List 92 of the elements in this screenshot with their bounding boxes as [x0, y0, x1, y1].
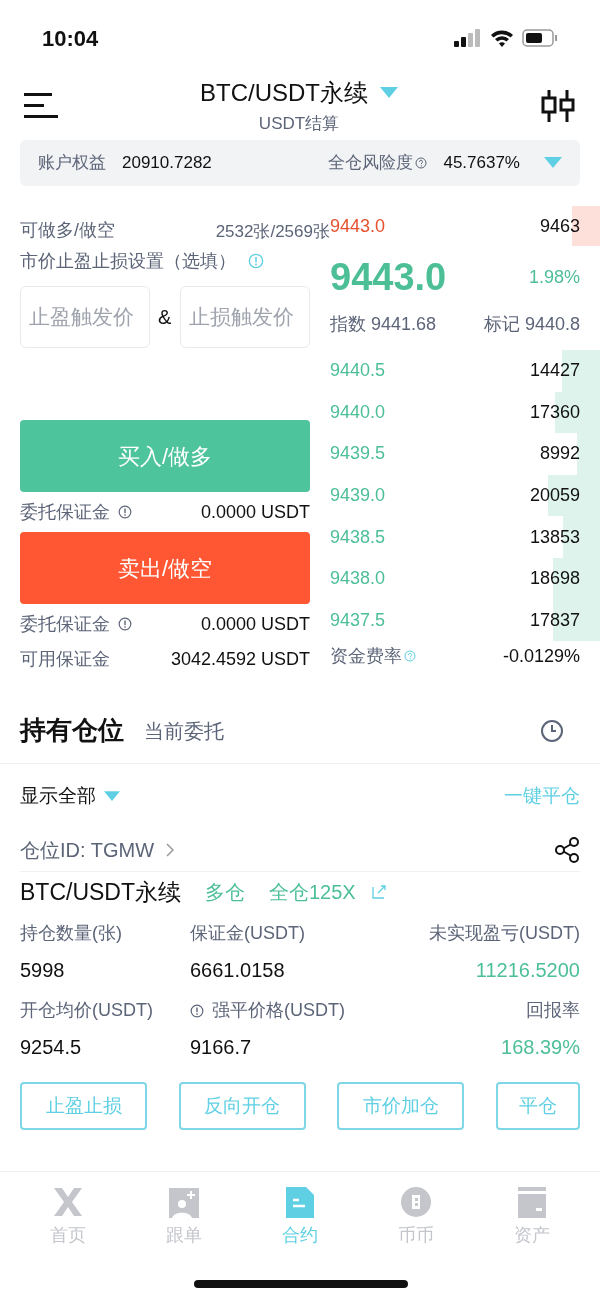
- bid-price: 9438.0: [330, 567, 386, 591]
- nav-tab[interactable]: 合约: [260, 1186, 340, 1249]
- nav-tab[interactable]: 跟单: [144, 1186, 224, 1249]
- info-icon: [190, 1003, 204, 1018]
- bid-quantity: 8992: [539, 442, 580, 466]
- history-clock-icon[interactable]: [540, 718, 564, 743]
- bid-price: 9440.0: [330, 400, 386, 424]
- wifi-icon: [490, 29, 514, 47]
- help-icon: [404, 650, 416, 663]
- mark-price: 标记 9440.8: [483, 312, 580, 336]
- settlement-subtitle: USDT结算: [258, 113, 340, 136]
- battery-icon: [522, 29, 558, 47]
- risk-label: 全仓风险度: [328, 152, 414, 175]
- menu-icon[interactable]: [24, 93, 58, 119]
- field-value: 11216.5200: [475, 958, 580, 983]
- add-person-icon: [166, 1186, 202, 1218]
- ask-price: 9443.0: [330, 214, 386, 238]
- position-tab[interactable]: 持有仓位: [20, 711, 124, 750]
- field-label: 回报率: [526, 999, 580, 1022]
- take-profit-field[interactable]: 止盈触发价: [20, 286, 150, 348]
- pair-title[interactable]: BTC/USDT永续: [200, 75, 368, 112]
- field-value: 9254.5: [20, 1035, 82, 1060]
- order-margin-label: 委托保证金: [20, 612, 110, 636]
- candlestick-icon[interactable]: [540, 90, 576, 122]
- position-action-button[interactable]: 市价加仓: [337, 1082, 465, 1130]
- field-label: 未实现盈亏(USDT): [429, 922, 580, 945]
- position-tab[interactable]: 当前委托: [144, 715, 224, 746]
- close-all-link[interactable]: 一键平仓: [504, 781, 580, 811]
- position-id[interactable]: 仓位ID: TGMW: [20, 834, 155, 865]
- margin-mode: 全仓125X: [269, 880, 356, 905]
- available-label: 可做多/做空: [20, 219, 115, 242]
- nav-tab[interactable]: 资产: [492, 1186, 572, 1249]
- external-link-icon[interactable]: [371, 885, 386, 899]
- price-change: 1.98%: [528, 265, 580, 289]
- bid-quantity: 20059: [529, 484, 580, 508]
- share-icon[interactable]: [554, 836, 580, 863]
- field-value: 168.39%: [501, 1035, 580, 1060]
- index-price: 指数 9441.68: [330, 312, 437, 336]
- field-label: 强平价格(USDT): [212, 999, 345, 1022]
- bid-price: 9440.5: [330, 359, 386, 383]
- field-label: 持仓数量(张): [20, 922, 122, 945]
- info-icon: [118, 505, 132, 519]
- bid-price: 9439.5: [330, 442, 386, 466]
- position-action-button[interactable]: 止盈止损: [20, 1082, 147, 1130]
- bid-quantity: 13853: [529, 525, 580, 549]
- funding-rate-label: 资金费率: [330, 644, 402, 668]
- dropdown-triangle-icon[interactable]: [544, 157, 562, 169]
- position-action-button[interactable]: 反向开仓: [178, 1082, 306, 1130]
- funding-rate-value: -0.0129%: [502, 644, 580, 668]
- last-price: 9443.0: [330, 254, 447, 300]
- signal-icon: [454, 29, 482, 47]
- risk-value: 45.7637%: [443, 152, 520, 175]
- available-value: 2532张/2569张: [215, 220, 330, 243]
- dropdown-triangle-icon[interactable]: [380, 87, 398, 100]
- available-margin-value: 3042.4592 USDT: [170, 647, 310, 671]
- field-label: 保证金(USDT): [190, 922, 305, 945]
- field-value: 9166.7: [190, 1035, 252, 1060]
- ask-quantity: 9463: [539, 214, 580, 238]
- bid-price: 9437.5: [330, 608, 386, 632]
- nav-tab[interactable]: 币币: [376, 1186, 456, 1249]
- tpsl-label: 市价止盈止损设置（选填）: [20, 249, 236, 273]
- position-side: 多仓: [205, 880, 245, 905]
- sell-short-button[interactable]: 卖出/做空: [20, 532, 310, 604]
- dropdown-triangle-icon[interactable]: [104, 790, 120, 802]
- position-symbol: BTC/USDT永续: [20, 877, 181, 907]
- field-label: 开仓均价(USDT): [20, 999, 153, 1022]
- order-margin-value: 0.0000 USDT: [200, 500, 310, 524]
- buy-long-button[interactable]: 买入/做多: [20, 420, 310, 492]
- chevron-right-icon[interactable]: [166, 842, 175, 857]
- nav-tab[interactable]: 首页: [28, 1186, 108, 1249]
- position-action-button[interactable]: 平仓: [495, 1082, 580, 1130]
- bid-price: 9439.0: [330, 484, 386, 508]
- equity-label: 账户权益: [38, 152, 106, 175]
- available-margin-label: 可用保证金: [20, 647, 110, 671]
- filter-label[interactable]: 显示全部: [20, 781, 96, 811]
- order-margin-label: 委托保证金: [20, 500, 110, 524]
- stop-loss-field[interactable]: 止损触发价: [180, 286, 310, 348]
- bid-price: 9438.5: [330, 525, 386, 549]
- bid-quantity: 17837: [529, 608, 580, 632]
- info-icon: [118, 617, 132, 631]
- bid-quantity: 17360: [529, 400, 580, 424]
- field-value: 6661.0158: [190, 958, 285, 983]
- coin-icon: [398, 1186, 434, 1218]
- status-time: 10:04: [42, 24, 99, 53]
- field-value: 5998: [20, 958, 65, 983]
- order-margin-value: 0.0000 USDT: [200, 612, 310, 636]
- help-icon: [415, 157, 428, 169]
- bid-quantity: 14427: [529, 359, 580, 383]
- info-icon: [248, 253, 264, 269]
- ampersand: &: [158, 305, 172, 330]
- equity-value: 20910.7282: [122, 152, 212, 175]
- bid-quantity: 18698: [529, 567, 580, 591]
